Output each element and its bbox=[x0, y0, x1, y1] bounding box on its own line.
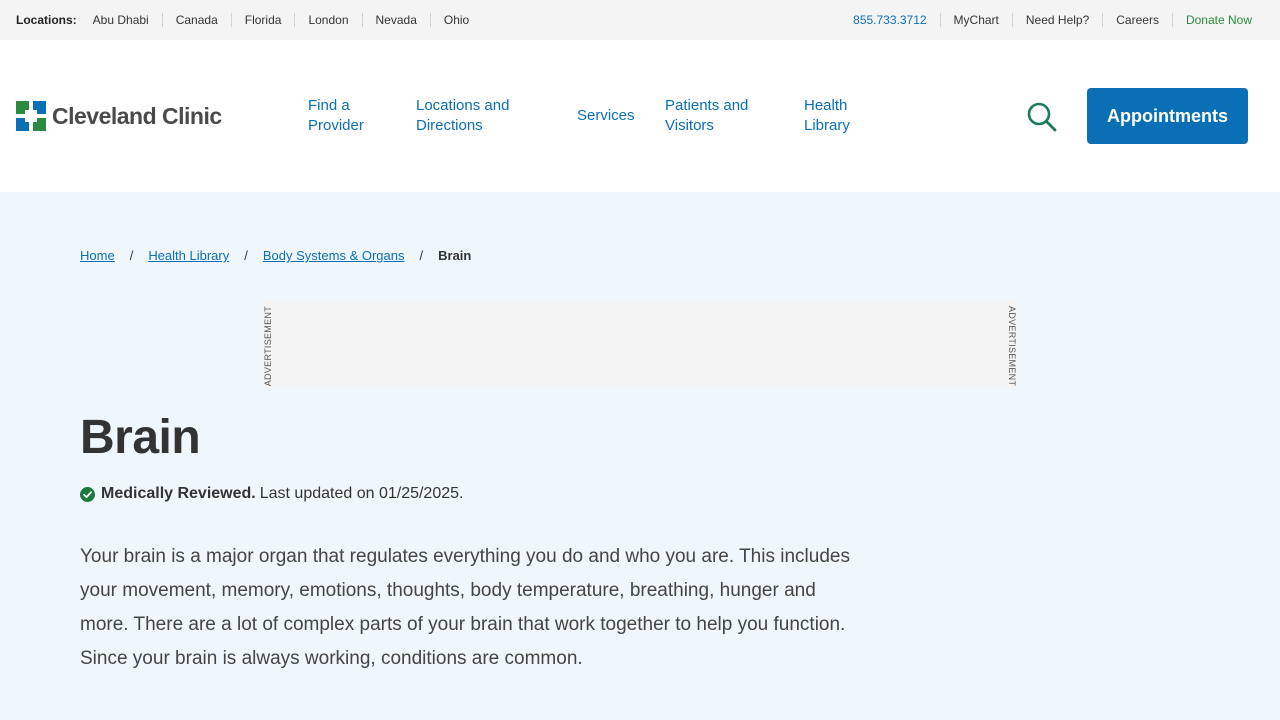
nav-health-library-line1: Health bbox=[804, 97, 848, 114]
nav-find-provider-line1: Find a bbox=[308, 97, 350, 114]
breadcrumb-body-systems[interactable]: Body Systems & Organs bbox=[263, 248, 405, 263]
cross-logo-icon bbox=[16, 101, 46, 131]
location-ohio[interactable]: Ohio bbox=[429, 13, 482, 27]
medically-reviewed-line: Medically Reviewed. Last updated on 01/2… bbox=[80, 485, 463, 503]
nav-health-library-line2: Library bbox=[804, 117, 850, 134]
nav-services-label: Services bbox=[577, 107, 635, 124]
breadcrumb-health-library[interactable]: Health Library bbox=[148, 248, 229, 263]
cleveland-clinic-logo[interactable]: Cleveland Clinic bbox=[16, 101, 222, 131]
need-help-link[interactable]: Need Help? bbox=[1011, 13, 1102, 27]
logo-text: Cleveland Clinic bbox=[52, 102, 222, 129]
nav-locations-line1: Locations and bbox=[416, 97, 510, 114]
utility-bar: Locations: Abu Dhabi Canada Florida Lond… bbox=[0, 0, 1280, 40]
nav-patients-line2: Visitors bbox=[665, 117, 714, 134]
breadcrumb-current: Brain bbox=[438, 248, 472, 263]
nav-patients-line1: Patients and bbox=[665, 97, 749, 114]
ad-label-left: ADVERTISEMENT bbox=[263, 306, 273, 387]
last-updated: Last updated on 01/25/2025. bbox=[259, 485, 464, 502]
phone-link[interactable]: 855.733.3712 bbox=[840, 13, 939, 27]
breadcrumb-separator: / bbox=[244, 248, 248, 263]
appointments-button[interactable]: Appointments bbox=[1087, 88, 1248, 144]
advertisement-slot: ADVERTISEMENT ADVERTISEMENT bbox=[262, 300, 1018, 388]
breadcrumb: Home / Health Library / Body Systems & O… bbox=[80, 248, 471, 263]
search-icon[interactable] bbox=[1026, 101, 1058, 133]
nav-patients-visitors[interactable]: Patients and Visitors bbox=[665, 96, 748, 136]
donate-link[interactable]: Donate Now bbox=[1171, 13, 1264, 27]
nav-find-provider[interactable]: Find a Provider bbox=[308, 96, 364, 136]
careers-link[interactable]: Careers bbox=[1102, 13, 1172, 27]
breadcrumb-separator: / bbox=[419, 248, 424, 263]
page-title: Brain bbox=[80, 411, 201, 464]
nav-services[interactable]: Services bbox=[577, 106, 635, 126]
nav-locations-line2: Directions bbox=[416, 117, 483, 134]
location-london[interactable]: London bbox=[294, 13, 361, 27]
nav-find-provider-line2: Provider bbox=[308, 117, 364, 134]
utility-links: 855.733.3712 MyChart Need Help? Careers … bbox=[840, 13, 1264, 27]
locations-label: Locations: bbox=[16, 13, 77, 27]
site-header: Cleveland Clinic Find a Provider Locatio… bbox=[0, 40, 1280, 192]
locations-list: Locations: Abu Dhabi Canada Florida Lond… bbox=[16, 13, 482, 27]
location-abu-dhabi[interactable]: Abu Dhabi bbox=[93, 13, 162, 27]
check-circle-icon bbox=[80, 486, 95, 502]
location-florida[interactable]: Florida bbox=[230, 13, 295, 27]
reviewed-label: Medically Reviewed. bbox=[101, 485, 256, 502]
breadcrumb-home[interactable]: Home bbox=[80, 248, 115, 263]
nav-health-library[interactable]: Health Library bbox=[804, 96, 850, 136]
breadcrumb-separator: / bbox=[129, 248, 134, 263]
article-intro: Your brain is a major organ that regulat… bbox=[80, 546, 850, 669]
mychart-link[interactable]: MyChart bbox=[939, 13, 1012, 27]
location-canada[interactable]: Canada bbox=[161, 13, 231, 27]
ad-label-right: ADVERTISEMENT bbox=[1007, 306, 1017, 387]
nav-locations[interactable]: Locations and Directions bbox=[416, 96, 509, 136]
location-nevada[interactable]: Nevada bbox=[361, 13, 430, 27]
